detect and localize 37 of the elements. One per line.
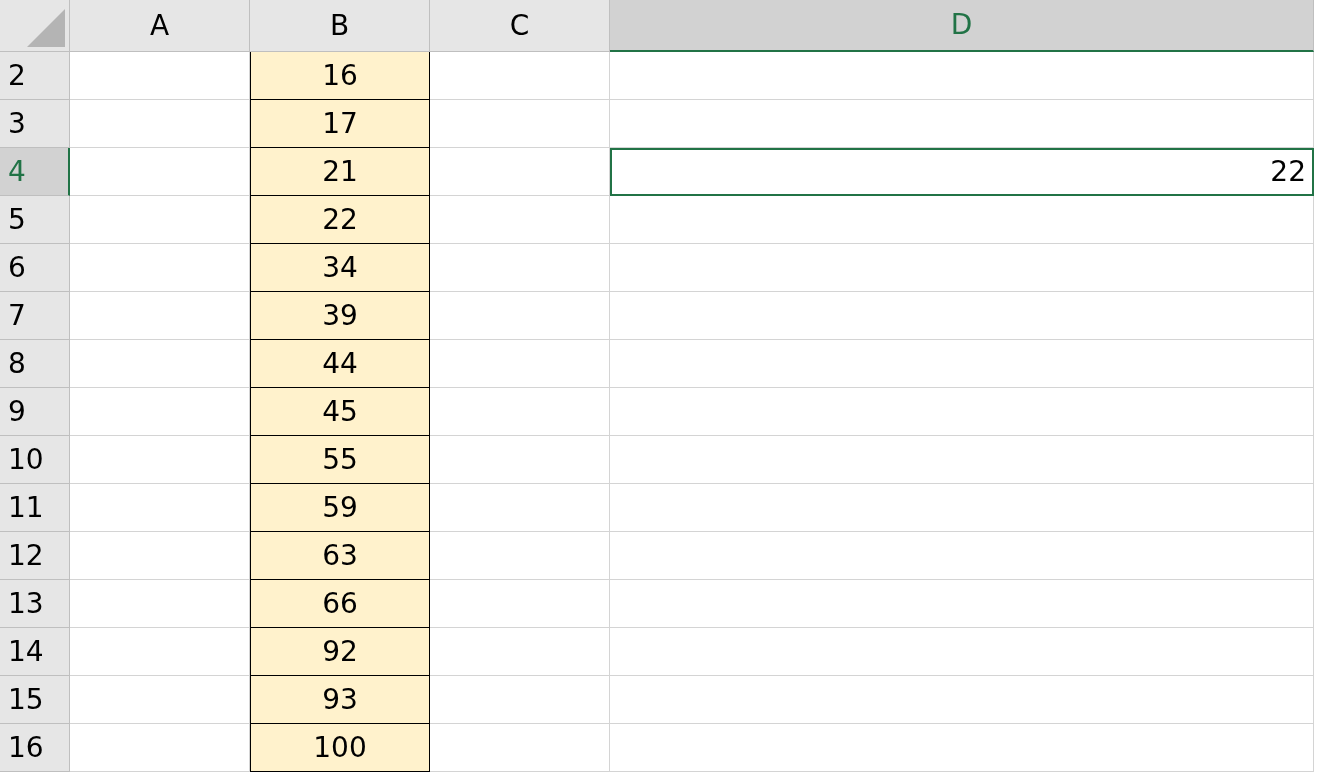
table-cell: 21 (250, 148, 430, 196)
select-all-corner[interactable] (0, 0, 70, 52)
row-header[interactable]: 10 (0, 436, 70, 484)
row-header[interactable]: 5 (0, 196, 70, 244)
row-header[interactable]: 9 (0, 388, 70, 436)
row-header[interactable]: 2 (0, 52, 70, 100)
row-header[interactable]: 7 (0, 292, 70, 340)
table-cell: 34 (250, 244, 430, 292)
table-cell: 17 (250, 100, 430, 148)
row-header[interactable]: 11 (0, 484, 70, 532)
table-cell: 66 (250, 580, 430, 628)
row-header[interactable]: 4 (0, 148, 70, 196)
selected-cell[interactable]: 22 (610, 148, 1314, 196)
column-header[interactable]: D (610, 0, 1314, 52)
table-cell: 16 (250, 52, 430, 100)
table-cell: 55 (250, 436, 430, 484)
table-cell: 100 (250, 724, 430, 772)
table-cell: 22 (250, 196, 430, 244)
row-header[interactable]: 8 (0, 340, 70, 388)
row-header[interactable]: 6 (0, 244, 70, 292)
table-cell: 63 (250, 532, 430, 580)
table-cell: 39 (250, 292, 430, 340)
table-cell: 59 (250, 484, 430, 532)
row-header[interactable]: 13 (0, 580, 70, 628)
row-header[interactable]: 3 (0, 100, 70, 148)
column-header[interactable]: B (250, 0, 430, 52)
table-cell: 44 (250, 340, 430, 388)
table-cell: 93 (250, 676, 430, 724)
select-all-triangle-icon (27, 9, 65, 47)
table-cell: 45 (250, 388, 430, 436)
row-header[interactable]: 12 (0, 532, 70, 580)
row-header[interactable]: 15 (0, 676, 70, 724)
column-header[interactable]: C (430, 0, 610, 52)
table-cell: 92 (250, 628, 430, 676)
row-header[interactable]: 16 (0, 724, 70, 772)
row-header[interactable]: 14 (0, 628, 70, 676)
column-header[interactable]: A (70, 0, 250, 52)
